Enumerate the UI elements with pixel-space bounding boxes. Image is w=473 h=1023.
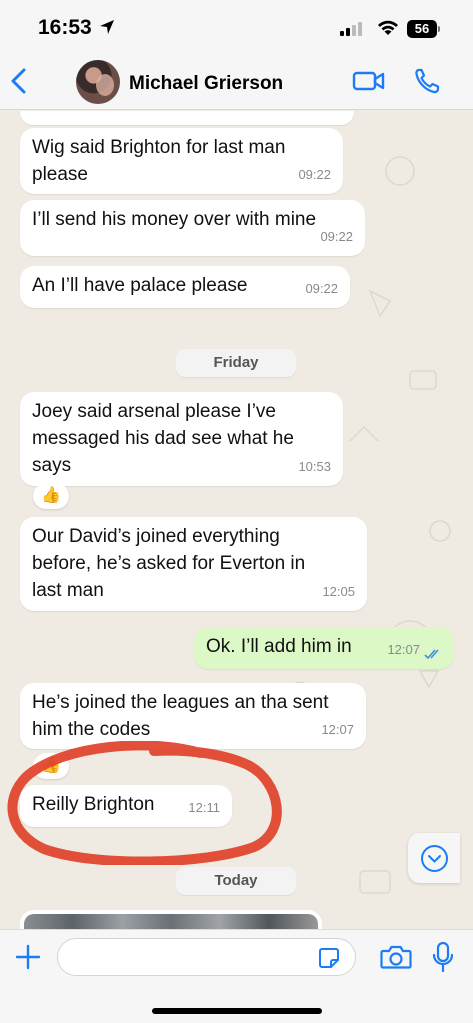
chat-area[interactable]: Wig said Brighton for last man please 09… [0,111,473,929]
message-time: 09:22 [320,229,353,244]
message-text: Joey said arsenal please I’ve messaged h… [32,401,294,476]
status-time: 16:53 [38,16,92,39]
message-bubble[interactable]: Our David’s joined everything before, he… [20,517,367,611]
reaction-badge[interactable]: 👍 [33,483,69,509]
phone-call-icon[interactable] [413,67,441,95]
message-text: Wig said Brighton for last man please [32,137,286,185]
chat-header: Michael Grierson [0,52,473,110]
battery-icon: 56 [407,20,437,38]
wifi-icon [378,20,398,35]
read-receipt-icon [424,649,439,660]
message-bubble[interactable]: An I’ll have palace please 09:22 [20,266,350,308]
message-time-text: 12:07 [387,642,420,657]
message-text: He’s joined the leagues an tha sent him … [32,692,329,740]
partial-message-bubble [20,111,354,125]
message-bubble[interactable]: Wig said Brighton for last man please 09… [20,128,343,194]
scroll-down-button[interactable] [408,833,460,883]
video-call-icon[interactable] [352,69,386,93]
day-separator-today: Today [176,867,296,895]
message-time: 12:07 [321,722,354,737]
day-separator-friday: Friday [176,349,296,377]
back-chevron-icon[interactable] [8,66,30,96]
message-time: 12:05 [322,584,355,599]
home-indicator [152,1008,322,1014]
message-bubble[interactable]: I’ll send his money over with mine 09:22 [20,200,365,256]
location-arrow-icon [100,20,114,34]
message-text: An I’ll have palace please [32,275,248,296]
reaction-badge[interactable]: 👍 [33,753,69,779]
message-input[interactable] [57,938,356,976]
contact-avatar[interactable] [76,60,120,104]
scroll-down-icon [421,845,448,872]
message-time: 09:22 [305,281,338,296]
status-bar: 16:53 56 [0,0,473,52]
sticker-icon[interactable] [318,947,340,969]
message-bubble[interactable]: Reilly Brighton 12:11 [20,785,232,827]
plus-icon[interactable] [14,943,42,971]
message-input-bar [0,929,473,1023]
microphone-icon[interactable] [432,941,454,973]
message-bubble[interactable]: He’s joined the leagues an tha sent him … [20,683,366,749]
cellular-signal-icon [340,22,362,36]
message-time: 10:53 [298,459,331,474]
camera-icon[interactable] [380,944,412,970]
message-time: 09:22 [298,167,331,182]
message-text: I’ll send his money over with mine [32,209,317,230]
message-text: Our David’s joined everything before, he… [32,526,306,601]
contact-name[interactable]: Michael Grierson [129,73,283,95]
message-time: 12:07 [387,636,420,663]
message-bubble[interactable]: Joey said arsenal please I’ve messaged h… [20,392,343,486]
battery-tip [438,26,440,32]
image-message-preview[interactable] [20,910,322,929]
outgoing-message-bubble[interactable]: Ok. I’ll add him in 12:07 [194,627,454,669]
image-thumbnail [24,914,318,929]
message-time: 12:11 [188,800,220,815]
